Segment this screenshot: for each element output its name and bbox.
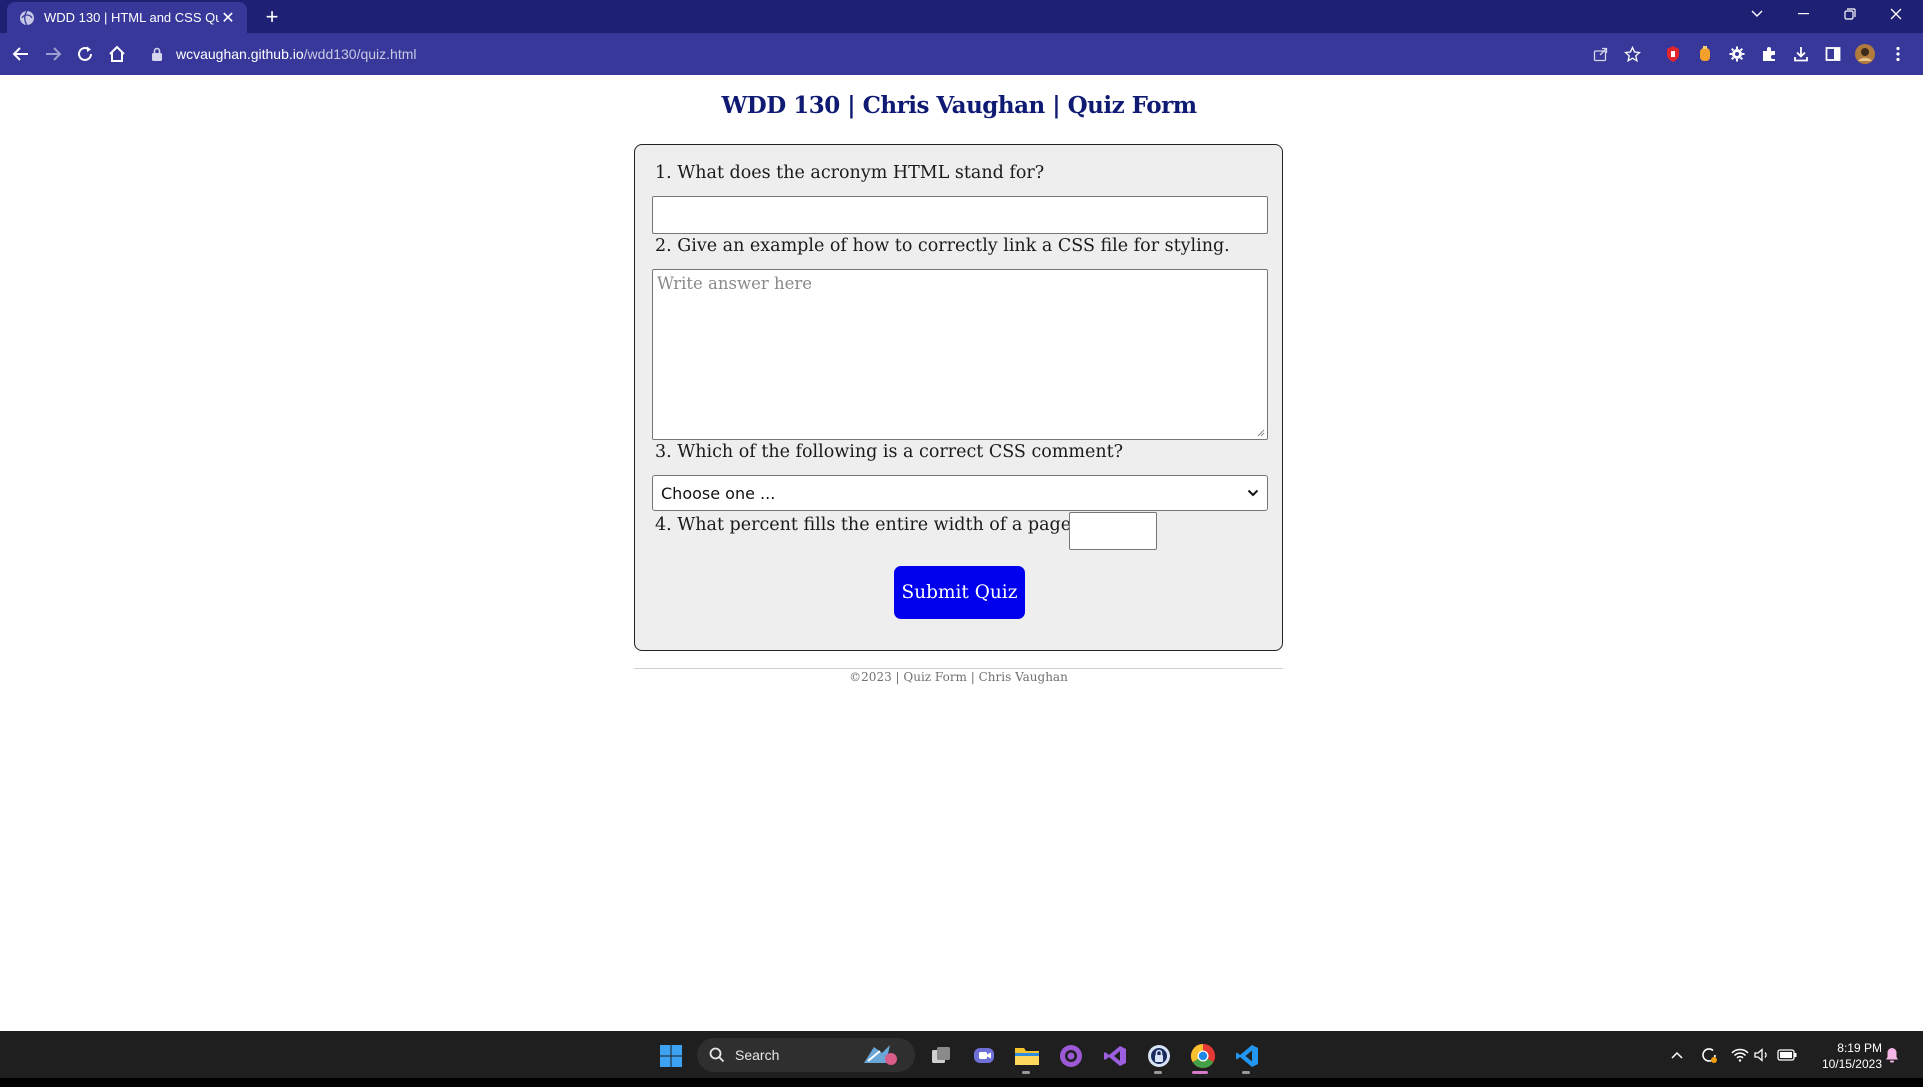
tab-title: WDD 130 | HTML and CSS Quiz Form — [44, 10, 219, 25]
vscode-running-indicator — [1242, 1071, 1250, 1074]
search-highlight-icon — [864, 1045, 897, 1065]
close-tab-icon[interactable]: ✕ — [219, 9, 237, 27]
close-window-icon[interactable] — [1873, 0, 1919, 28]
footer-text: ©2023 | Quiz Form | Chris Vaughan — [849, 670, 1068, 684]
browser-tab-active[interactable]: WDD 130 | HTML and CSS Quiz Form ✕ — [7, 2, 247, 33]
more-menu-icon[interactable] — [1886, 42, 1910, 66]
chrome-icon[interactable] — [1187, 1040, 1219, 1072]
question-1-input[interactable] — [652, 196, 1268, 234]
question-2-textarea[interactable]: Write answer here — [652, 269, 1268, 440]
back-arrow-icon[interactable] — [9, 42, 33, 66]
tab-search-icon[interactable] — [1734, 0, 1780, 28]
resize-grip-icon[interactable] — [1255, 427, 1265, 437]
explorer-running-indicator — [1022, 1071, 1030, 1074]
submit-quiz-button[interactable]: Submit Quiz — [894, 566, 1025, 619]
new-tab-button[interactable]: + — [258, 4, 286, 30]
browser-tab-strip: WDD 130 | HTML and CSS Quiz Form ✕ + — [0, 0, 1923, 33]
textarea-placeholder: Write answer here — [657, 274, 813, 293]
teams-chat-icon[interactable] — [968, 1040, 1000, 1072]
select-value: Choose one ... — [661, 483, 776, 503]
vscode-icon[interactable] — [1231, 1040, 1263, 1072]
file-explorer-icon[interactable] — [1011, 1040, 1043, 1072]
browser-toolbar: wcvaughan.github.io/wdd130/quiz.html — [0, 33, 1923, 75]
clock-date: 10/15/2023 — [1821, 1057, 1882, 1071]
question-3-select[interactable]: Choose one ... — [652, 475, 1268, 511]
address-bar[interactable]: wcvaughan.github.io/wdd130/quiz.html — [140, 38, 1640, 70]
globe-icon — [20, 10, 34, 25]
password-running-indicator — [1154, 1071, 1162, 1074]
forward-arrow-icon[interactable] — [41, 42, 65, 66]
taskbar-search[interactable]: Search — [697, 1038, 915, 1072]
reload-icon[interactable] — [73, 42, 97, 66]
volume-icon[interactable] — [1752, 1044, 1772, 1066]
extension-red-icon[interactable] — [1661, 42, 1685, 66]
share-icon[interactable] — [1589, 42, 1613, 66]
question-4-input[interactable] — [1069, 512, 1157, 550]
page-title: WDD 130 | Chris Vaughan | Quiz Form — [721, 92, 1197, 119]
tray-overflow-chevron-icon[interactable] — [1668, 1044, 1686, 1066]
question-2-label: 2. Give an example of how to correctly l… — [655, 236, 1230, 256]
footer-divider — [634, 668, 1283, 669]
profile-avatar-icon[interactable] — [1853, 42, 1877, 66]
side-panel-icon[interactable] — [1821, 42, 1845, 66]
lock-icon — [152, 47, 162, 61]
chrome-active-indicator — [1192, 1071, 1208, 1074]
restore-window-icon[interactable] — [1827, 0, 1873, 28]
taskbar-clock[interactable]: 8:19 PM 10/15/2023 — [1802, 1040, 1882, 1072]
chevron-down-icon — [1247, 489, 1259, 497]
home-icon[interactable] — [105, 42, 129, 66]
notification-bell-icon[interactable] — [1882, 1044, 1902, 1066]
github-desktop-icon[interactable] — [1055, 1040, 1087, 1072]
url-path: /wdd130/quiz.html — [303, 46, 417, 62]
windows-start-icon[interactable] — [655, 1040, 687, 1072]
sync-icon[interactable] — [1699, 1044, 1719, 1066]
extension-orange-icon[interactable] — [1693, 42, 1717, 66]
settings-gear-icon[interactable] — [1725, 42, 1749, 66]
password-manager-icon[interactable] — [1143, 1040, 1175, 1072]
visual-studio-icon[interactable] — [1099, 1040, 1131, 1072]
clock-time: 8:19 PM — [1837, 1041, 1882, 1055]
question-1-label: 1. What does the acronym HTML stand for? — [655, 163, 1045, 183]
search-label: Search — [735, 1047, 780, 1063]
search-icon — [709, 1047, 725, 1063]
download-icon[interactable] — [1789, 42, 1813, 66]
bookmark-star-icon[interactable] — [1620, 42, 1644, 66]
url-host: wcvaughan.github.io — [176, 46, 304, 62]
quiz-form: 1. What does the acronym HTML stand for?… — [634, 144, 1283, 651]
minimize-window-icon[interactable] — [1781, 0, 1827, 28]
battery-icon[interactable] — [1776, 1044, 1798, 1066]
question-4-label: 4. What percent fills the entire width o… — [655, 515, 1081, 535]
wifi-icon[interactable] — [1730, 1044, 1750, 1066]
task-view-icon[interactable] — [925, 1040, 957, 1072]
extensions-puzzle-icon[interactable] — [1757, 42, 1781, 66]
taskbar-bottom-strip — [0, 1078, 1923, 1087]
question-3-label: 3. Which of the following is a correct C… — [655, 442, 1124, 462]
